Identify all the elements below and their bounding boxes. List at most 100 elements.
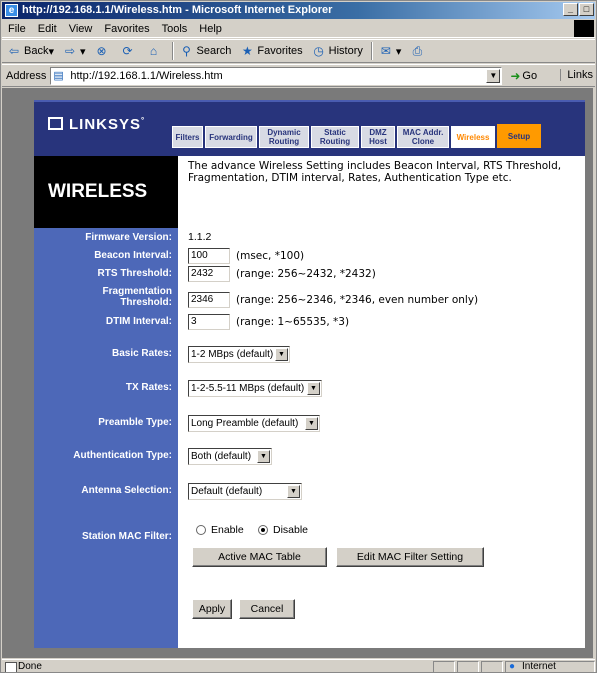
tab-forwarding[interactable]: Forwarding bbox=[205, 126, 257, 148]
active-mac-table-button[interactable]: Active MAC Table bbox=[192, 547, 327, 567]
rts-threshold-hint: (range: 256~2432, *2432) bbox=[236, 268, 376, 280]
menu-help[interactable]: Help bbox=[199, 23, 222, 35]
forward-arrow-icon: ⇨ bbox=[64, 44, 76, 58]
back-button[interactable]: ⇦ Back ▾ bbox=[6, 43, 54, 59]
tab-mac-addr-clone[interactable]: MAC Addr. Clone bbox=[397, 126, 449, 148]
status-cell bbox=[457, 660, 479, 672]
tx-rates-label: TX Rates: bbox=[125, 382, 172, 393]
antenna-selection-label: Antenna Selection: bbox=[81, 485, 172, 496]
back-arrow-icon: ⇦ bbox=[8, 44, 20, 58]
mail-button[interactable]: ✉ ▾ bbox=[378, 43, 402, 59]
basic-rates-label: Basic Rates: bbox=[111, 348, 172, 359]
address-label: Address bbox=[6, 69, 47, 82]
home-button[interactable]: ⌂ bbox=[146, 43, 164, 59]
dtim-interval-hint: (range: 1~65535, *3) bbox=[236, 316, 350, 328]
toolbar: ⇦ Back ▾ ⇨ ▾ ⊗ ⟳ ⌂ ⚲ Search ★ Favorites ◷ His… bbox=[2, 39, 595, 63]
basic-rates-select[interactable]: 1-2 MBps (default) ▼ bbox=[188, 346, 290, 363]
menu-favorites[interactable]: Favorites bbox=[104, 23, 149, 35]
authentication-type-select[interactable]: Both (default) ▼ bbox=[188, 448, 272, 465]
go-label: Go bbox=[522, 69, 538, 82]
refresh-icon: ⟳ bbox=[122, 44, 133, 58]
status-cell bbox=[481, 660, 503, 672]
links-button[interactable]: Links bbox=[560, 69, 593, 81]
ie-logo-icon: e bbox=[5, 4, 18, 17]
tab-dynamic-routing[interactable]: Dynamic Routing bbox=[259, 126, 309, 148]
forward-button[interactable]: ⇨ ▾ bbox=[62, 43, 86, 59]
beacon-interval-label: Beacon Interval: bbox=[94, 250, 172, 261]
mac-filter-enable-radio[interactable]: Enable bbox=[196, 524, 244, 536]
print-icon: ⎙ bbox=[412, 44, 423, 58]
go-button[interactable]: ➜ Go bbox=[510, 69, 537, 83]
favorites-label: Favorites bbox=[257, 45, 303, 57]
dtim-interval-input[interactable]: 3 bbox=[188, 314, 230, 330]
beacon-interval-input[interactable]: 100 bbox=[188, 248, 230, 264]
firmware-version-value: 1.1.2 bbox=[188, 231, 212, 243]
tab-static-routing[interactable]: Static Routing bbox=[311, 126, 359, 148]
fragmentation-input[interactable]: 2346 bbox=[188, 292, 230, 308]
tx-rates-select[interactable]: 1-2-5.5-11 MBps (default) ▼ bbox=[188, 380, 322, 397]
tab-setup[interactable]: Setup bbox=[497, 124, 541, 148]
window-title: http://192.168.1.1/Wireless.htm - Micros… bbox=[22, 4, 333, 16]
mac-filter-disable-radio[interactable]: Disable bbox=[258, 524, 308, 536]
chevron-down-icon: ▼ bbox=[307, 382, 320, 395]
basic-rates-value: 1-2 MBps (default) bbox=[191, 349, 274, 360]
tab-dmz-host[interactable]: DMZ Host bbox=[361, 126, 395, 148]
cancel-button[interactable]: Cancel bbox=[239, 599, 295, 619]
router-tabs: Filters Forwarding Dynamic Routing Stati… bbox=[172, 124, 541, 148]
router-header: LINKSYS° Filters Forwarding Dynamic Rout… bbox=[34, 100, 585, 228]
fragmentation-hint: (range: 256~2346, *2346, even number onl… bbox=[236, 294, 479, 306]
print-button[interactable]: ⎙ bbox=[409, 43, 427, 59]
chevron-down-icon: ▼ bbox=[305, 417, 318, 430]
station-mac-filter-label: Station MAC Filter: bbox=[82, 531, 172, 542]
windows-logo-icon bbox=[574, 20, 594, 37]
tab-filters[interactable]: Filters bbox=[172, 126, 203, 148]
search-button[interactable]: ⚲ Search bbox=[179, 43, 231, 59]
rts-threshold-input[interactable]: 2432 bbox=[188, 266, 230, 282]
menu-edit[interactable]: Edit bbox=[38, 23, 57, 35]
favorites-icon: ★ bbox=[242, 44, 253, 58]
beacon-interval-hint: (msec, *100) bbox=[236, 250, 305, 262]
logo-bar: LINKSYS° Filters Forwarding Dynamic Rout… bbox=[34, 100, 585, 156]
status-cell bbox=[433, 660, 455, 672]
preamble-type-label: Preamble Type: bbox=[98, 417, 172, 428]
page-icon: ▤ bbox=[53, 69, 64, 82]
fragmentation-label: Fragmentation Threshold: bbox=[102, 286, 172, 308]
minimize-button[interactable]: _ bbox=[563, 3, 578, 16]
ie-window: e http://192.168.1.1/Wireless.htm - Micr… bbox=[0, 0, 597, 673]
address-dropdown-icon[interactable]: ▼ bbox=[486, 68, 501, 83]
page-title: WIRELESS bbox=[34, 156, 178, 228]
menu-tools[interactable]: Tools bbox=[162, 23, 188, 35]
address-input[interactable]: ▤ http://192.168.1.1/Wireless.htm ▼ bbox=[50, 66, 503, 85]
stop-button[interactable]: ⊗ bbox=[94, 43, 112, 59]
toolbar-separator bbox=[370, 42, 373, 60]
linksys-logo-icon bbox=[48, 117, 63, 130]
logo-text: LINKSYS bbox=[69, 116, 142, 133]
favorites-button[interactable]: ★ Favorites bbox=[239, 43, 303, 59]
menu-view[interactable]: View bbox=[69, 23, 93, 35]
tab-wireless[interactable]: Wireless bbox=[451, 126, 495, 148]
radio-on-icon bbox=[258, 525, 268, 535]
enable-label: Enable bbox=[211, 524, 244, 536]
menu-file[interactable]: File bbox=[8, 23, 26, 35]
authentication-type-label: Authentication Type: bbox=[73, 450, 172, 461]
dtim-interval-label: DTIM Interval: bbox=[105, 316, 172, 327]
history-button[interactable]: ◷ History bbox=[311, 43, 362, 59]
label-column: Firmware Version: Beacon Interval: RTS T… bbox=[34, 228, 178, 648]
disable-label: Disable bbox=[273, 524, 309, 536]
authentication-type-value: Both (default) bbox=[191, 451, 252, 462]
apply-button[interactable]: Apply bbox=[192, 599, 232, 619]
maximize-button[interactable]: □ bbox=[579, 3, 594, 16]
home-icon: ⌂ bbox=[149, 44, 158, 58]
antenna-selection-value: Default (default) bbox=[191, 486, 263, 497]
address-url: http://192.168.1.1/Wireless.htm bbox=[70, 69, 223, 82]
window-controls: _ □ bbox=[563, 3, 594, 16]
preamble-type-select[interactable]: Long Preamble (default) ▼ bbox=[188, 415, 320, 432]
rts-threshold-label: RTS Threshold: bbox=[97, 268, 172, 279]
antenna-selection-select[interactable]: Default (default) ▼ bbox=[188, 483, 302, 500]
refresh-button[interactable]: ⟳ bbox=[120, 43, 138, 59]
zone-label: Internet bbox=[522, 660, 556, 672]
status-text: Done bbox=[2, 661, 431, 672]
page-viewport: LINKSYS° Filters Forwarding Dynamic Rout… bbox=[2, 88, 593, 658]
go-arrow-icon: ➜ bbox=[510, 68, 521, 83]
edit-mac-filter-button[interactable]: Edit MAC Filter Setting bbox=[336, 547, 484, 567]
